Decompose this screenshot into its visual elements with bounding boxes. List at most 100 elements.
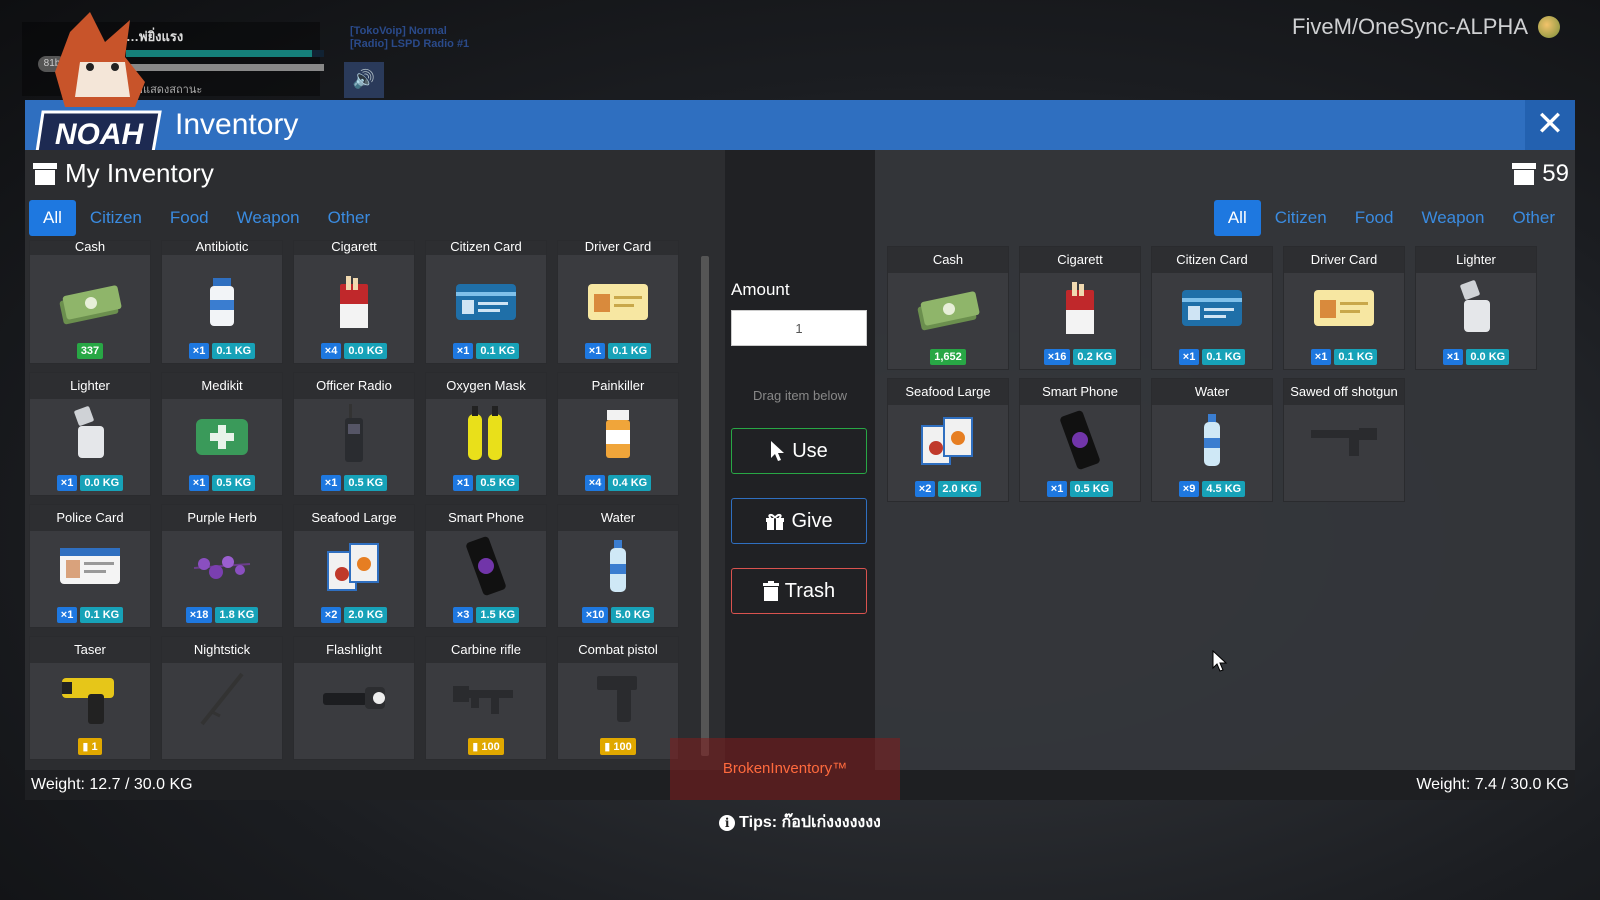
weight-badge: 0.1 KG <box>1202 349 1246 365</box>
cigarette-icon <box>1020 273 1140 343</box>
inventory-item[interactable]: Cash 337 <box>29 240 151 364</box>
voip-mode: [TokoVoip] Normal <box>350 25 447 37</box>
item-name: Police Card <box>30 505 150 531</box>
item-tags: ×3 1.5 KG <box>426 607 546 623</box>
pills-icon <box>558 399 678 469</box>
item-tags: 1,652 <box>888 349 1008 365</box>
trash-icon <box>762 581 779 601</box>
weight-badge: 2.0 KG <box>344 607 388 623</box>
item-tags: ×9 4.5 KG <box>1152 481 1272 497</box>
inventory-item[interactable]: Lighter ×1 0.0 KG <box>29 372 151 496</box>
oxygen-icon <box>426 399 546 469</box>
item-name: Cash <box>888 247 1008 273</box>
my-inventory-tab-citizen[interactable]: Citizen <box>76 200 156 236</box>
inventory-item[interactable]: Driver Card ×1 0.1 KG <box>1283 246 1405 370</box>
inventory-item[interactable]: Smart Phone ×1 0.5 KG <box>1019 378 1141 502</box>
inventory-item[interactable]: Taser ▮ 1 <box>29 636 151 760</box>
item-name: Oxygen Mask <box>426 373 546 399</box>
ammo-badge: ▮ 100 <box>600 738 636 755</box>
amount-badge: 337 <box>76 343 104 359</box>
inventory-item[interactable]: Citizen Card ×1 0.1 KG <box>1151 246 1273 370</box>
my-inventory-tab-food[interactable]: Food <box>156 200 223 236</box>
inventory-item[interactable]: Carbine rifle ▮ 100 <box>425 636 547 760</box>
item-name: Citizen Card <box>1152 247 1272 273</box>
inventory-item[interactable]: Combat pistol ▮ 100 <box>557 636 679 760</box>
quantity-badge: ×1 <box>584 343 606 359</box>
inventory-item[interactable]: Police Card ×1 0.1 KG <box>29 504 151 628</box>
quantity-badge: ×10 <box>581 607 609 623</box>
close-button[interactable]: ✕ <box>1525 100 1575 150</box>
card-blue-icon <box>426 267 546 337</box>
my-inventory-tab-weapon[interactable]: Weapon <box>223 200 314 236</box>
item-name: Flashlight <box>294 637 414 663</box>
item-name: Water <box>558 505 678 531</box>
quantity-badge: ×1 <box>1442 349 1464 365</box>
other-inventory-tab-citizen[interactable]: Citizen <box>1261 200 1341 236</box>
cash-icon <box>30 267 150 337</box>
inventory-item[interactable]: Officer Radio ×1 0.5 KG <box>293 372 415 496</box>
svg-text:NOAH: NOAH <box>55 118 145 151</box>
inventory-item[interactable]: Smart Phone ×3 1.5 KG <box>425 504 547 628</box>
inventory-item[interactable]: Sawed off shotgun <box>1283 378 1405 502</box>
inventory-item[interactable]: Medikit ×1 0.5 KG <box>161 372 283 496</box>
other-inventory-tab-weapon[interactable]: Weapon <box>1407 200 1498 236</box>
bottle-icon <box>162 267 282 337</box>
other-inventory-tab-food[interactable]: Food <box>1341 200 1408 236</box>
quantity-badge: ×3 <box>452 607 474 623</box>
inventory-item[interactable]: Cigarett ×16 0.2 KG <box>1019 246 1141 370</box>
cigarette-icon <box>294 267 414 337</box>
weight-badge: 0.1 KG <box>80 607 124 623</box>
item-tags: ×2 2.0 KG <box>888 481 1008 497</box>
inventory-item[interactable]: Painkiller ×4 0.4 KG <box>557 372 679 496</box>
inventory-item[interactable]: Purple Herb ×18 1.8 KG <box>161 504 283 628</box>
inventory-item[interactable]: Cigarett ×4 0.0 KG <box>293 240 415 364</box>
action-panel: Amount Drag item below Use Give Trash <box>725 150 875 770</box>
weight-badge: 0.2 KG <box>1073 349 1117 365</box>
radio-icon <box>294 399 414 469</box>
weight-badge: 5.0 KG <box>611 607 655 623</box>
inventory-item[interactable]: Water ×9 4.5 KG <box>1151 378 1273 502</box>
item-tags: 337 <box>30 343 150 359</box>
inventory-item[interactable]: Water ×10 5.0 KG <box>557 504 679 628</box>
inventory-item[interactable]: Flashlight <box>293 636 415 760</box>
inventory-item[interactable]: Citizen Card ×1 0.1 KG <box>425 240 547 364</box>
weight-badge: 0.1 KG <box>476 343 520 359</box>
item-name: Lighter <box>1416 247 1536 273</box>
my-inventory-tab-other[interactable]: Other <box>314 200 385 236</box>
inventory-item[interactable]: Driver Card ×1 0.1 KG <box>557 240 679 364</box>
item-tags: ▮ 100 <box>426 738 546 755</box>
ammo-badge: ▮ 100 <box>468 738 504 755</box>
weight-badge: 1.5 KG <box>476 607 520 623</box>
shotgun-icon <box>1284 405 1404 475</box>
item-name: Seafood Large <box>294 505 414 531</box>
item-tags: ×1 0.1 KG <box>1152 349 1272 365</box>
item-name: Water <box>1152 379 1272 405</box>
weight-badge: 1.8 KG <box>215 607 259 623</box>
item-tags: ×16 0.2 KG <box>1020 349 1140 365</box>
give-button[interactable]: Give <box>731 498 867 544</box>
inventory-item[interactable]: Antibiotic ×1 0.1 KG <box>161 240 283 364</box>
item-tags: ×1 0.0 KG <box>1416 349 1536 365</box>
item-tags: ×1 0.1 KG <box>558 343 678 359</box>
brand-name: BrokenInventory™ <box>722 760 848 777</box>
slot-count: 59 <box>1542 160 1569 187</box>
scrollbar[interactable] <box>701 256 709 756</box>
item-tags: ▮ 100 <box>558 738 678 755</box>
other-inventory-tab-other[interactable]: Other <box>1498 200 1569 236</box>
inventory-item[interactable]: Cash 1,652 <box>887 246 1009 370</box>
my-inventory-panel: My Inventory All Citizen Food Weapon Other C… <box>25 150 725 770</box>
inventory-item[interactable]: Seafood Large ×2 2.0 KG <box>293 504 415 628</box>
weight-badge: 0.5 KG <box>344 475 388 491</box>
inventory-item[interactable]: Lighter ×1 0.0 KG <box>1415 246 1537 370</box>
item-name: Seafood Large <box>888 379 1008 405</box>
trash-button[interactable]: Trash <box>731 568 867 614</box>
use-button[interactable]: Use <box>731 428 867 474</box>
inventory-item[interactable]: Seafood Large ×2 2.0 KG <box>887 378 1009 502</box>
inventory-item[interactable]: Oxygen Mask ×1 0.5 KG <box>425 372 547 496</box>
box-icon <box>1512 163 1537 185</box>
amount-input[interactable] <box>731 310 867 346</box>
other-inventory-tab-all[interactable]: All <box>1213 200 1261 236</box>
ammo-badge: ▮ 1 <box>78 738 102 755</box>
my-inventory-tab-all[interactable]: All <box>29 200 76 236</box>
inventory-item[interactable]: Nightstick <box>161 636 283 760</box>
